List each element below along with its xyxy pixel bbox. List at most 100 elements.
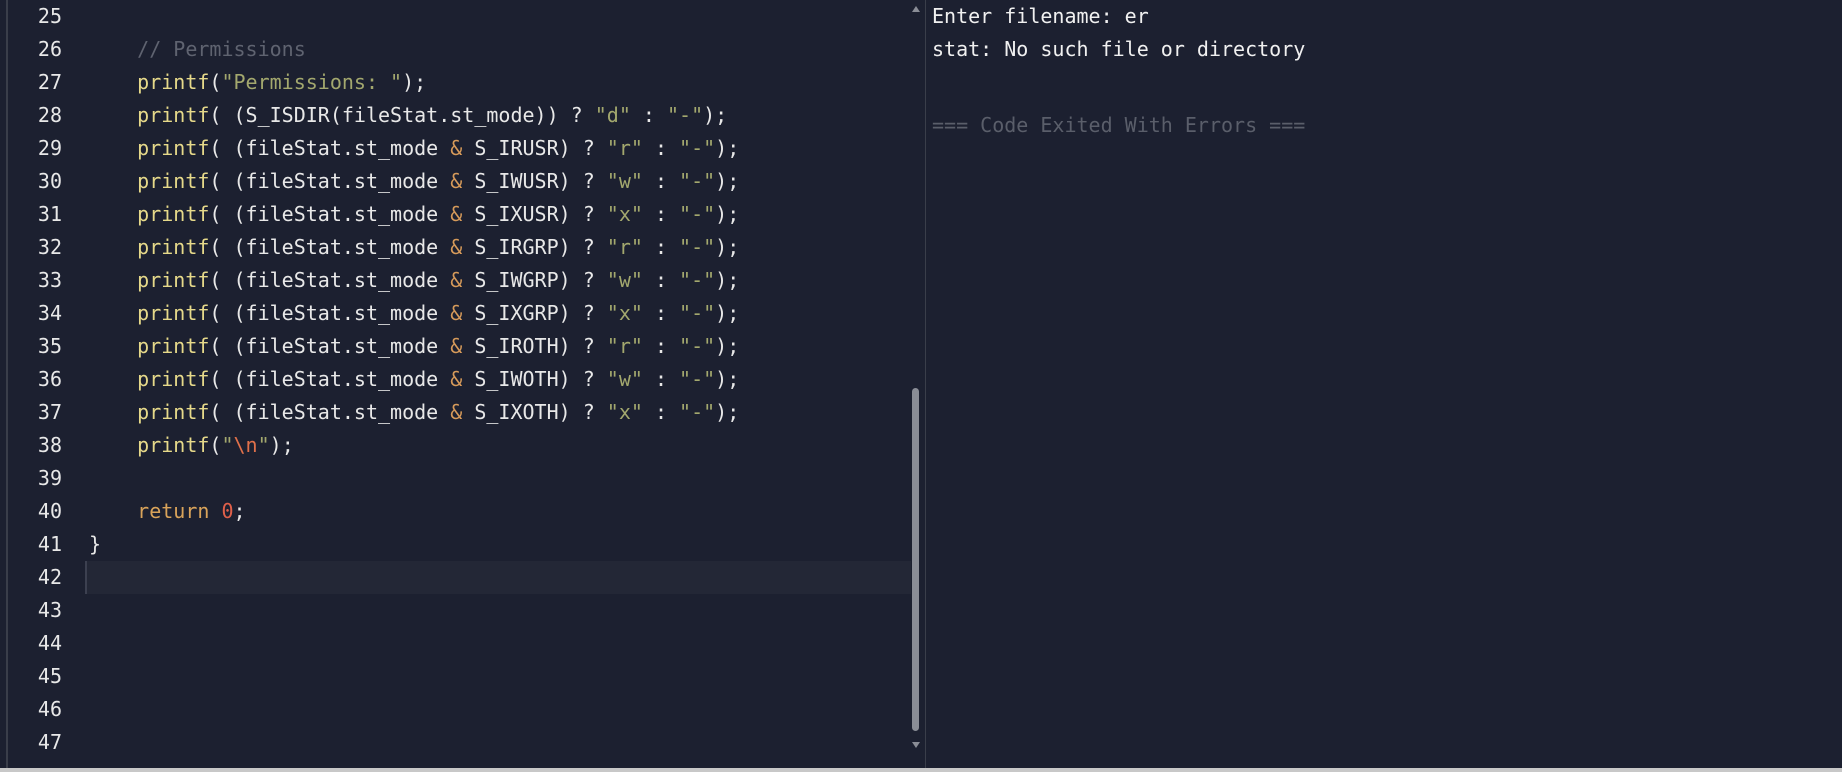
code-line[interactable]: 37 printf( (fileStat.st_mode & S_IXOTH) … [8,396,908,429]
function-token: printf [137,202,210,226]
code-line[interactable]: 27 printf("Permissions: "); [8,66,908,99]
line-number: 31 [37,202,62,226]
code-line[interactable]: 45 [8,660,908,693]
code-token: ( (fileStat.st_mode [209,169,451,193]
code-token: S_IXUSR) ? [462,202,607,226]
string-token: "-" [679,334,716,358]
code-token: : [642,136,680,160]
line-code[interactable]: } [89,528,101,561]
line-number: 26 [37,37,62,61]
line-number: 41 [37,532,62,556]
line-code[interactable]: return 0; [89,495,246,528]
code-token: ( (fileStat.st_mode [209,400,451,424]
line-code[interactable]: // Permissions [89,33,306,66]
code-token: ); [715,235,740,259]
function-token: printf [137,268,210,292]
code-token: ); [715,268,740,292]
code-line[interactable]: 39 [8,462,908,495]
function-token: printf [137,433,210,457]
scrollbar-thumb[interactable] [912,388,919,731]
code-line[interactable]: 42 [8,561,911,594]
code-line[interactable]: 33 printf( (fileStat.st_mode & S_IWGRP) … [8,264,908,297]
code-token: S_IXGRP) ? [462,301,607,325]
code-line[interactable]: 35 printf( (fileStat.st_mode & S_IROTH) … [8,330,908,363]
code-line[interactable]: 26 // Permissions [8,33,908,66]
code-line[interactable]: 41} [8,528,908,561]
code-token: : [630,103,667,127]
string-token: "-" [666,103,704,127]
string-token: "-" [679,235,716,259]
code-token: ); [715,400,740,424]
code-token: ; [233,499,246,523]
operator-token: & [450,334,463,358]
code-token: : [642,400,680,424]
string-token: "-" [679,400,716,424]
line-code[interactable]: printf( (fileStat.st_mode & S_IXUSR) ? "… [89,198,739,231]
string-token: "r" [606,235,643,259]
line-code[interactable]: printf( (fileStat.st_mode & S_IRUSR) ? "… [89,132,739,165]
line-code[interactable]: printf( (fileStat.st_mode & S_IWGRP) ? "… [89,264,739,297]
operator-token: & [450,136,463,160]
code-token: ); [715,301,740,325]
string-token: "x" [606,301,643,325]
line-number: 47 [37,730,62,754]
scroll-up-arrow-icon[interactable] [912,6,920,12]
code-token: ( (fileStat.st_mode [209,202,451,226]
code-token: ( [209,433,222,457]
line-number: 35 [37,334,62,358]
pane-divider[interactable] [925,0,926,768]
code-token: ); [715,367,740,391]
line-code[interactable]: printf("Permissions: "); [89,66,426,99]
line-code[interactable]: printf( (fileStat.st_mode & S_IXGRP) ? "… [89,297,739,330]
code-token: : [642,202,680,226]
code-line[interactable]: 47 [8,726,908,759]
function-token: printf [137,136,210,160]
string-token: "x" [606,202,643,226]
code-line[interactable]: 40 return 0; [8,495,908,528]
line-number: 42 [37,565,62,589]
string-token: "w" [606,268,643,292]
code-line[interactable]: 25 [8,0,908,33]
line-number: 32 [37,235,62,259]
line-number: 25 [37,4,62,28]
line-number: 45 [37,664,62,688]
operator-token: & [450,400,463,424]
code-line[interactable]: 31 printf( (fileStat.st_mode & S_IXUSR) … [8,198,908,231]
code-line[interactable]: 44 [8,627,908,660]
code-editor[interactable]: 25 26 // Permissions 27 printf("Permission… [8,0,916,768]
line-number: 44 [37,631,62,655]
code-line[interactable]: 28 printf( (S_ISDIR(fileStat.st_mode)) ?… [8,99,908,132]
code-token: ( (S_ISDIR(fileStat.st_mode)) ? [209,103,595,127]
code-token: ( (fileStat.st_mode [209,136,451,160]
code-line[interactable]: 36 printf( (fileStat.st_mode & S_IWOTH) … [8,363,908,396]
string-token: " [257,433,270,457]
scroll-down-arrow-icon[interactable] [912,742,920,748]
code-line[interactable]: 30 printf( (fileStat.st_mode & S_IWUSR) … [8,165,908,198]
line-code[interactable]: printf( (S_ISDIR(fileStat.st_mode)) ? "d… [89,99,727,132]
editor-scrollbar[interactable] [910,0,922,768]
code-line[interactable]: 38 printf("\n"); [8,429,908,462]
line-code[interactable]: printf( (fileStat.st_mode & S_IWOTH) ? "… [89,363,739,396]
code-token: ); [402,70,427,94]
code-line[interactable]: 46 [8,693,908,726]
code-line[interactable]: 29 printf( (fileStat.st_mode & S_IRUSR) … [8,132,908,165]
line-number: 38 [37,433,62,457]
line-code[interactable]: printf( (fileStat.st_mode & S_IROTH) ? "… [89,330,739,363]
line-code[interactable]: printf("\n"); [89,429,294,462]
code-line[interactable]: 34 printf( (fileStat.st_mode & S_IXGRP) … [8,297,908,330]
operator-token: & [450,367,463,391]
code-token: : [642,334,680,358]
line-code[interactable]: printf( (fileStat.st_mode & S_IRGRP) ? "… [89,231,739,264]
code-line[interactable]: 43 [8,594,908,627]
line-code[interactable]: printf( (fileStat.st_mode & S_IXOTH) ? "… [89,396,739,429]
line-code[interactable]: printf( (fileStat.st_mode & S_IWUSR) ? "… [89,165,739,198]
function-token: printf [137,301,210,325]
code-line[interactable]: 32 printf( (fileStat.st_mode & S_IRGRP) … [8,231,908,264]
